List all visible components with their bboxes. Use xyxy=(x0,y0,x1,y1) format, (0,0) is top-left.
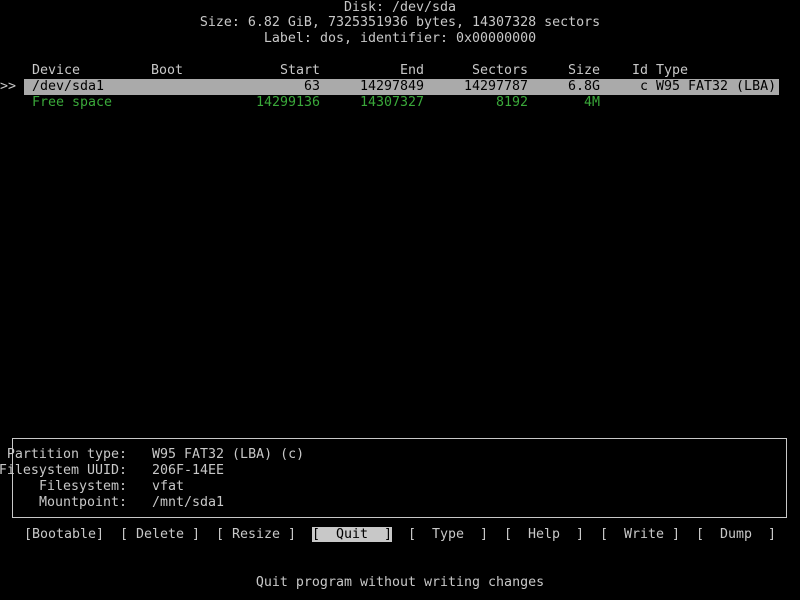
filesystem-value: vfat xyxy=(152,479,185,494)
selected-row-highlight: /dev/sda1 63 14297849 14297787 6.8G c W9… xyxy=(24,79,779,95)
partition-info-box: Partition type: W95 FAT32 (LBA) (c) File… xyxy=(0,438,787,518)
disk-size-info: Size: 6.82 GiB, 7325351936 bytes, 143073… xyxy=(199,15,601,30)
status-message: Quit program without writing changes xyxy=(255,575,545,590)
row-selector-marker: >> xyxy=(0,79,17,94)
dump-button[interactable]: [ Dump ] xyxy=(696,527,776,543)
cell-device: /dev/sda1 xyxy=(32,79,105,94)
filesystem-uuid-label: Filesystem UUID: xyxy=(0,463,127,478)
cell-type: W95 FAT32 (LBA) xyxy=(656,79,777,94)
column-start: Start xyxy=(279,63,320,78)
partition-type-label: Partition type: xyxy=(6,447,127,462)
filesystem-uuid-line: Filesystem UUID: 206F-14EE xyxy=(0,463,786,479)
partition-type-value: W95 FAT32 (LBA) (c) xyxy=(152,447,305,462)
column-boot: Boot xyxy=(151,63,184,78)
column-sectors: Sectors xyxy=(471,63,528,78)
cell-end: 14297849 xyxy=(359,79,424,94)
cell-start: 63 xyxy=(303,79,320,94)
cell-device: Free space xyxy=(32,95,113,110)
column-id: Id xyxy=(632,63,649,78)
disk-title: Disk: /dev/sda xyxy=(343,0,457,15)
cell-sectors: 8192 xyxy=(495,95,528,110)
quit-button[interactable]: [ Quit ] xyxy=(312,527,393,543)
cell-size: 4M xyxy=(583,95,600,110)
help-button[interactable]: [ Help ] xyxy=(504,527,584,543)
partition-row-sda1[interactable]: >> /dev/sda1 63 14297849 14297787 6.8G c… xyxy=(0,79,800,95)
mountpoint-label: Mountpoint: xyxy=(38,495,127,510)
resize-button[interactable]: [ Resize ] xyxy=(216,527,296,543)
disk-label-info: Label: dos, identifier: 0x00000000 xyxy=(263,31,537,46)
cell-id: c xyxy=(640,79,649,94)
table-header: Device Boot Start End Sectors Size Id Ty… xyxy=(0,63,800,79)
type-button[interactable]: [ Type ] xyxy=(408,527,488,543)
column-end: End xyxy=(399,63,424,78)
mountpoint-value: /mnt/sda1 xyxy=(152,495,225,510)
cell-sectors: 14297787 xyxy=(463,79,528,94)
column-device: Device xyxy=(32,63,81,78)
free-space-row[interactable]: Free space 14299136 14307327 8192 4M xyxy=(0,95,800,111)
partition-type-line: Partition type: W95 FAT32 (LBA) (c) xyxy=(7,447,786,463)
mountpoint-line: Mountpoint: /mnt/sda1 xyxy=(13,495,786,511)
bootable-button[interactable]: [Bootable] xyxy=(24,527,104,543)
cell-start: 14299136 xyxy=(255,95,320,110)
filesystem-label: Filesystem: xyxy=(38,479,127,494)
filesystem-uuid-value: 206F-14EE xyxy=(152,463,225,478)
delete-button[interactable]: [ Delete ] xyxy=(120,527,200,543)
filesystem-line: Filesystem: vfat xyxy=(13,479,786,495)
write-button[interactable]: [ Write ] xyxy=(600,527,680,543)
cell-size: 6.8G xyxy=(567,79,600,94)
cell-end: 14307327 xyxy=(359,95,424,110)
column-type: Type xyxy=(656,63,689,78)
column-size: Size xyxy=(567,63,600,78)
